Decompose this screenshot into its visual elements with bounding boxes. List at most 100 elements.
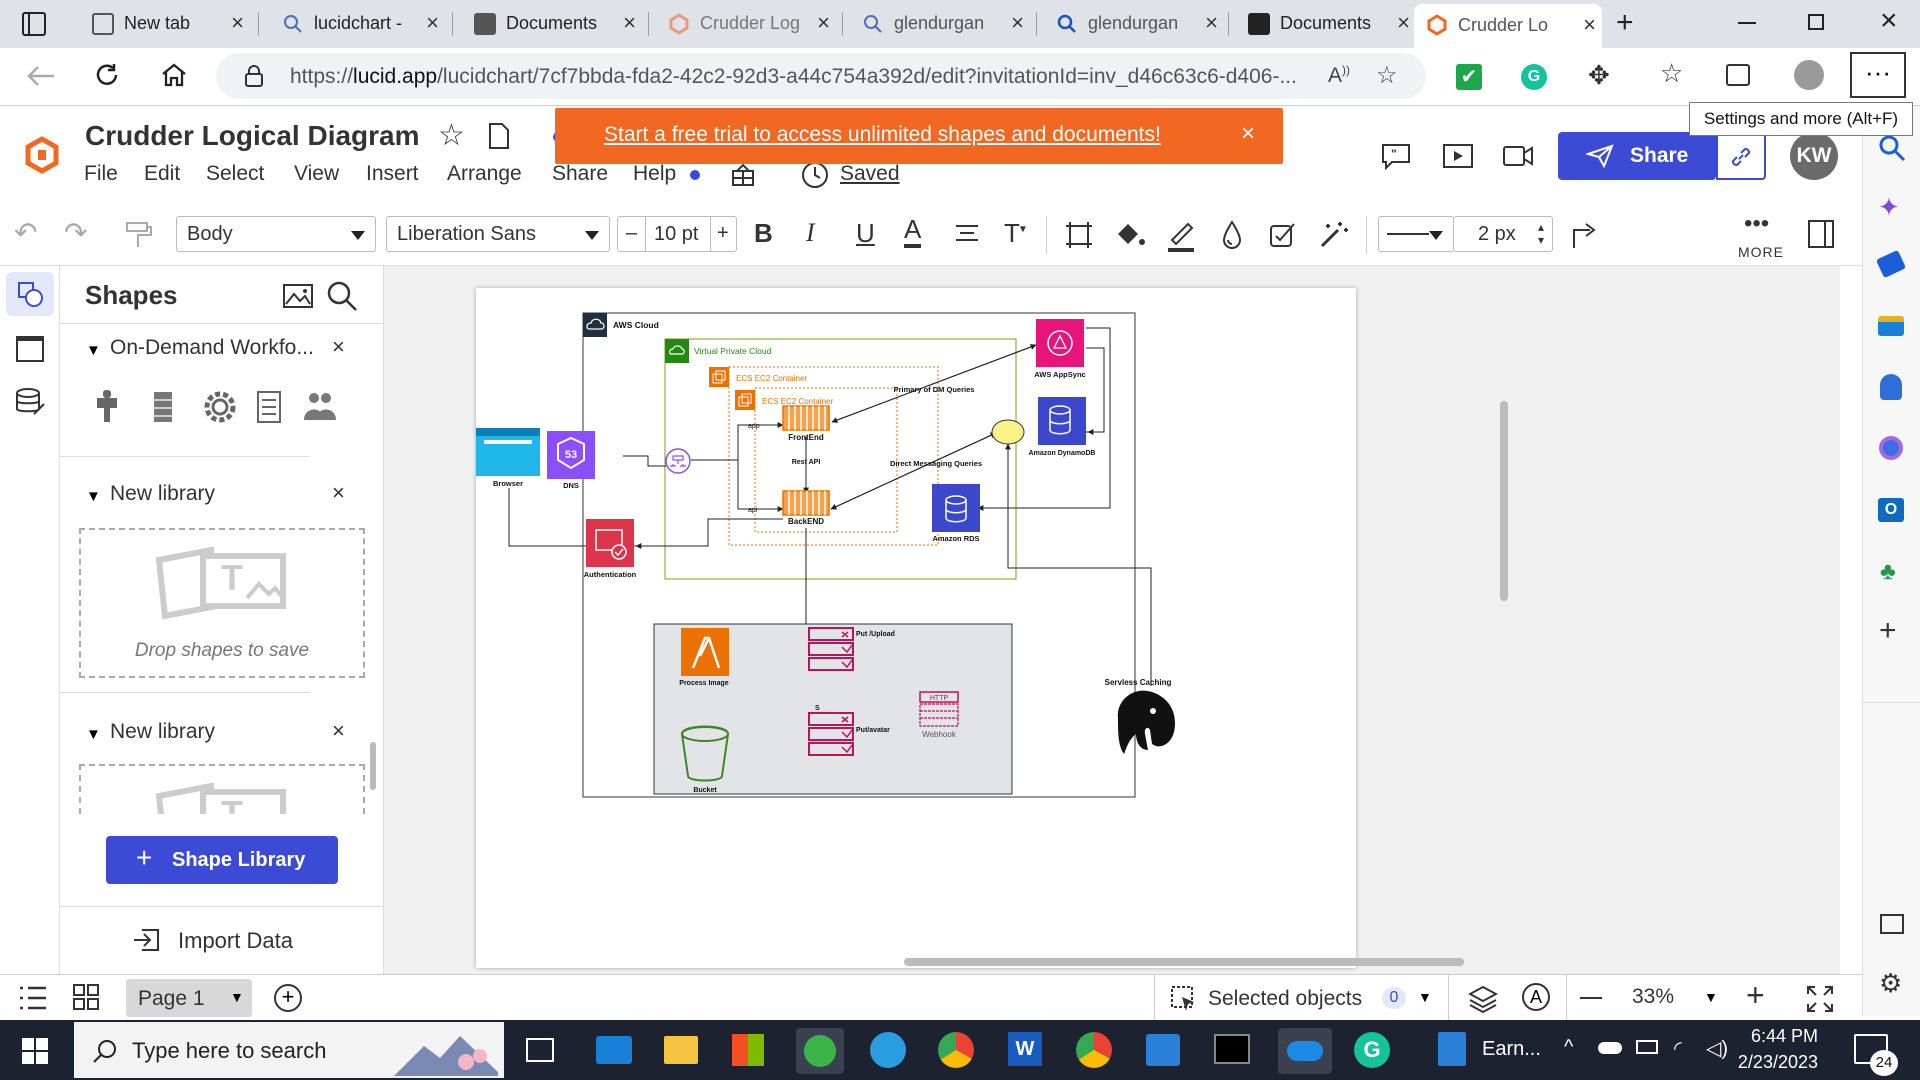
profile-icon[interactable] xyxy=(1794,60,1824,90)
back-icon[interactable] xyxy=(26,64,56,88)
menu-select[interactable]: Select xyxy=(206,162,264,186)
shape-border-icon[interactable] xyxy=(1064,220,1094,250)
font-size-value[interactable]: 10 pt xyxy=(654,223,698,246)
url-field[interactable]: https://lucid.app/lucidchart/7cf7bbda-fd… xyxy=(216,53,1426,99)
star-icon[interactable]: ☆ xyxy=(438,118,465,153)
conditional-format-icon[interactable] xyxy=(1268,220,1298,250)
search-icon[interactable] xyxy=(326,280,358,312)
menu-arrange[interactable]: Arrange xyxy=(447,162,522,186)
server-icon[interactable] xyxy=(154,392,172,422)
new-tab-button[interactable]: + xyxy=(1616,6,1634,40)
italic-icon[interactable]: I xyxy=(806,218,815,248)
home-icon[interactable] xyxy=(160,61,188,89)
group-icon[interactable] xyxy=(304,393,336,420)
zoom-out-button[interactable] xyxy=(1580,997,1602,999)
trial-banner[interactable]: Start a free trial to access unlimited s… xyxy=(555,108,1283,164)
redo-icon[interactable]: ↷ xyxy=(64,216,87,249)
increase-size-button[interactable]: + xyxy=(717,222,729,245)
import-data-link[interactable]: Import Data xyxy=(178,928,293,954)
panel-scrollbar[interactable] xyxy=(370,742,376,790)
cache-node[interactable] xyxy=(991,419,1025,445)
library-drop-area[interactable]: T Drop shapes to save xyxy=(79,528,365,678)
avatar[interactable]: KW xyxy=(1790,132,1838,180)
library-name[interactable]: New library xyxy=(110,482,215,506)
close-tab-icon[interactable]: × xyxy=(1397,10,1410,36)
library-shapes-row[interactable] xyxy=(92,386,372,430)
search-icon[interactable] xyxy=(1878,134,1906,162)
clock-time[interactable]: 6:44 PM xyxy=(1744,1026,1818,1047)
tab-crudder-log[interactable]: Crudder Log × xyxy=(656,6,836,42)
gear-icon[interactable] xyxy=(204,391,236,423)
taskbar-search[interactable]: Type here to search xyxy=(74,1022,504,1078)
tab-actions-icon[interactable] xyxy=(22,12,46,36)
more-label[interactable]: MORE xyxy=(1738,244,1784,260)
select-cursor-icon[interactable] xyxy=(1170,985,1198,1013)
sidebar-settings-icon[interactable]: ⚙ xyxy=(1879,968,1902,999)
tab-glendurgan-1[interactable]: glendurgan × xyxy=(850,6,1030,42)
close-tab-icon[interactable]: × xyxy=(817,10,830,36)
line-style-dropdown[interactable] xyxy=(1378,216,1454,252)
shapes-tab-button[interactable] xyxy=(6,272,54,316)
tree-icon[interactable]: ♣ xyxy=(1880,558,1896,586)
favorites-icon[interactable]: ☆ xyxy=(1660,58,1683,89)
undo-icon[interactable]: ↶ xyxy=(14,216,37,249)
document-title[interactable]: Crudder Logical Diagram xyxy=(85,120,420,152)
microsoft365-icon[interactable] xyxy=(1879,436,1903,460)
close-tab-icon[interactable]: × xyxy=(623,10,636,36)
shape-library-button[interactable]: + Shape Library xyxy=(106,836,338,884)
diagram-canvas[interactable]: AWS Cloud Virtual Private Cloud ECS EC2 … xyxy=(384,266,1840,974)
add-sidebar-app-icon[interactable]: + xyxy=(1879,614,1897,648)
menu-insert[interactable]: Insert xyxy=(366,162,419,186)
frontend-node[interactable]: FrontEnd xyxy=(782,405,830,442)
zoom-in-button[interactable]: + xyxy=(1746,977,1765,1014)
font-dropdown[interactable]: Liberation Sans xyxy=(386,216,610,252)
close-tab-icon[interactable]: × xyxy=(426,10,439,36)
grammarly-app-icon[interactable]: G xyxy=(1354,1032,1390,1068)
align-icon[interactable] xyxy=(954,224,980,246)
task-view-icon[interactable] xyxy=(526,1038,554,1062)
read-aloud-icon[interactable]: A)) xyxy=(1328,63,1350,88)
library-name[interactable]: On-Demand Workfo... xyxy=(110,336,330,360)
opacity-icon[interactable] xyxy=(1220,220,1244,250)
collapse-icon[interactable]: ▼ xyxy=(86,342,101,359)
terminal-icon[interactable] xyxy=(1214,1034,1250,1064)
zoom-level[interactable]: 33% xyxy=(1632,985,1674,1009)
page-menu-caret[interactable]: ▼ xyxy=(230,989,244,1005)
word-icon[interactable]: W xyxy=(1008,1032,1042,1066)
tab-crudder-active[interactable]: Crudder Lo × xyxy=(1414,4,1602,48)
library-drop-area[interactable]: T xyxy=(79,764,365,814)
tab-documents-2[interactable]: Documents × xyxy=(1236,6,1416,42)
diagram-page[interactable]: AWS Cloud Virtual Private Cloud ECS EC2 … xyxy=(476,288,1356,968)
menu-share[interactable]: Share xyxy=(552,162,608,186)
present-icon[interactable] xyxy=(1442,142,1474,170)
document-icon[interactable] xyxy=(488,122,510,150)
windows-start-icon[interactable] xyxy=(22,1038,48,1064)
panel-toggle-icon[interactable] xyxy=(1808,220,1834,248)
menu-file[interactable]: File xyxy=(84,162,118,186)
vertical-scrollbar[interactable] xyxy=(1500,401,1508,601)
history-icon[interactable] xyxy=(800,160,830,190)
layers-icon[interactable] xyxy=(1468,985,1498,1013)
appsync-node[interactable]: AWS AppSync xyxy=(1034,319,1086,379)
load-balancer-node[interactable] xyxy=(665,448,691,474)
tab-glendurgan-2[interactable]: glendurgan × xyxy=(1044,6,1224,42)
restore-icon[interactable] xyxy=(1808,14,1824,30)
add-page-button[interactable]: + xyxy=(274,984,302,1012)
line-color-icon[interactable] xyxy=(1166,218,1196,252)
lock-icon[interactable] xyxy=(244,65,264,87)
text-options-icon[interactable]: T▾ xyxy=(1004,218,1026,249)
magic-wand-icon[interactable] xyxy=(1318,220,1350,250)
clock-date[interactable]: 2/23/2023 xyxy=(1728,1052,1818,1073)
share-button[interactable]: Share xyxy=(1558,132,1716,180)
document-app-icon[interactable] xyxy=(1438,1032,1466,1066)
menu-help[interactable]: Help xyxy=(633,162,676,186)
decrease-size-button[interactable]: – xyxy=(626,222,637,245)
edge-icon[interactable] xyxy=(870,1032,906,1068)
horizontal-scrollbar[interactable] xyxy=(904,958,1464,966)
chrome-profile-icon[interactable] xyxy=(1076,1032,1112,1068)
data-icon[interactable] xyxy=(14,386,46,418)
wifi-icon[interactable]: ◜ xyxy=(1674,1036,1682,1061)
image-search-icon[interactable] xyxy=(282,282,314,310)
connector-style-icon[interactable] xyxy=(1570,220,1598,250)
page-tab[interactable]: Page 1 ▼ xyxy=(126,979,252,1017)
